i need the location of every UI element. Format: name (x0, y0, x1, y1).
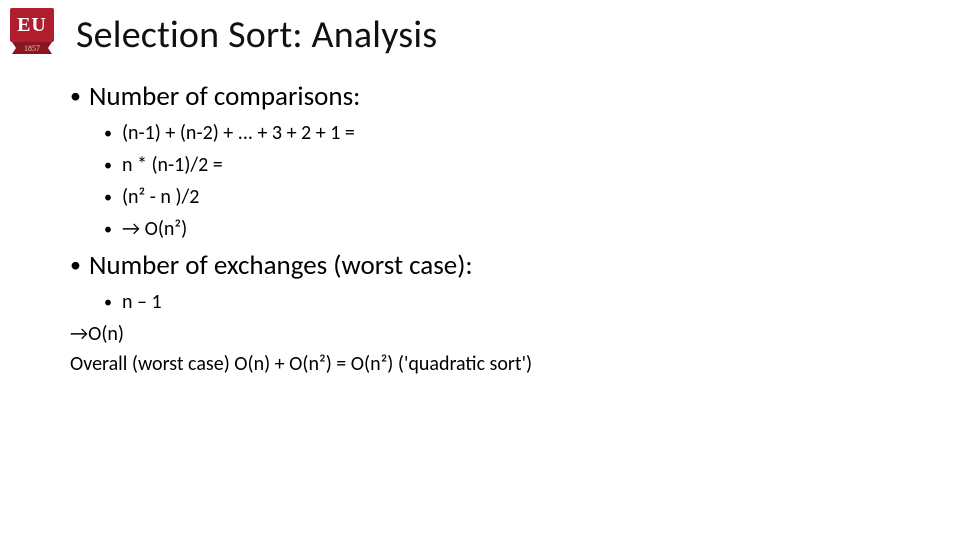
logo-text: EU (10, 8, 54, 42)
bullet-dot-icon: • (70, 85, 81, 107)
logo-flag: EU (10, 8, 54, 42)
bullet-item: • → O(n²) (104, 217, 920, 241)
logo-year: 1857 (24, 44, 40, 53)
item-text: n – 1 (122, 290, 162, 314)
item-text: n * (n-1)/2 = (122, 153, 223, 177)
bullet-exchanges-heading: • Number of exchanges (worst case): (70, 249, 920, 282)
slide-title: Selection Sort: Analysis (76, 12, 437, 58)
bullet-dot-icon: • (104, 158, 112, 174)
item-text: → O(n²) (122, 217, 187, 241)
item-text: (n-1) + (n-2) + ... + 3 + 2 + 1 = (122, 121, 355, 145)
item-text: (n² - n )/2 (122, 185, 199, 209)
bullet-dot-icon: • (104, 295, 112, 311)
bullet-item: • n * (n-1)/2 = (104, 153, 920, 177)
slide-content: • Number of comparisons: • (n-1) + (n-2)… (0, 62, 960, 376)
bullet-dot-icon: • (104, 222, 112, 238)
conclusion-line: →O(n) (70, 322, 920, 346)
logo-banner-icon: 1857 (10, 40, 54, 54)
bullet-item: • (n-1) + (n-2) + ... + 3 + 2 + 1 = (104, 121, 920, 145)
slide: EU 1857 Selection Sort: Analysis • Numbe… (0, 0, 960, 540)
conclusion-line: Overall (worst case) O(n) + O(n²) = O(n²… (70, 352, 920, 376)
bullet-dot-icon: • (104, 190, 112, 206)
bullet-item: • (n² - n )/2 (104, 185, 920, 209)
bullet-item: • n – 1 (104, 290, 920, 314)
heading-text: Number of exchanges (worst case): (89, 249, 473, 282)
bullet-comparisons-heading: • Number of comparisons: (70, 80, 920, 113)
heading-text: Number of comparisons: (89, 80, 360, 113)
slide-header: EU 1857 Selection Sort: Analysis (0, 0, 960, 62)
university-logo: EU 1857 (10, 8, 66, 62)
bullet-dot-icon: • (70, 254, 81, 276)
bullet-dot-icon: • (104, 126, 112, 142)
